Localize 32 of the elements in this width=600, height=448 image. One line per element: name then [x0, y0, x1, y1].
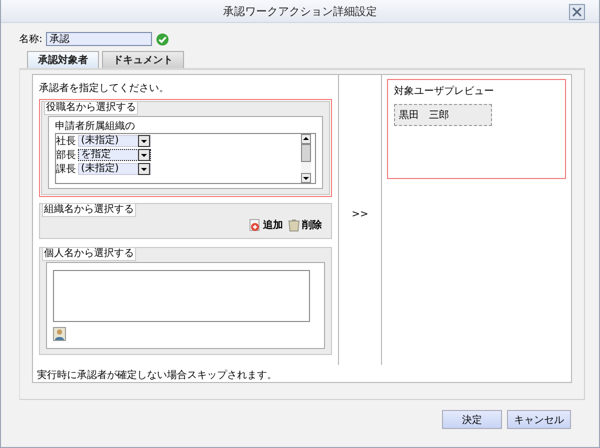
role-dropdown[interactable]: を指定 [78, 148, 151, 160]
footer-note: 実行時に承認者が確定しない場合スキップされます。 [32, 365, 572, 383]
person-list[interactable] [53, 270, 310, 322]
scrollbar[interactable] [301, 134, 311, 183]
preview-title: 対象ユーザプレビュー [394, 84, 494, 98]
dialog-button[interactable]: 決定 [442, 410, 502, 429]
name-field[interactable]: 承認 [46, 32, 152, 46]
user-chip[interactable]: 黒田 三郎 [394, 104, 492, 126]
scroll-down-icon[interactable] [301, 173, 311, 183]
role-label: 部長 [56, 148, 76, 162]
caption-text: 申請者所属組織の [55, 121, 136, 133]
close-icon[interactable] [569, 4, 585, 20]
delete-button[interactable]: 削除 [302, 218, 325, 232]
scroll-up-icon[interactable] [301, 134, 311, 144]
dialog-button[interactable]: キャンセル [507, 410, 571, 429]
add-button[interactable]: 追加 [263, 218, 286, 232]
tab[interactable]: ドキュメント [102, 51, 184, 68]
trash-icon[interactable] [288, 218, 300, 232]
move-button[interactable]: >> [352, 208, 368, 220]
role-label: 課長 [56, 162, 76, 176]
window-title: 承認ワークアクション詳細設定 [223, 4, 377, 18]
section-title: 個人名から選択する [42, 247, 136, 261]
name-label: 名称: [19, 33, 42, 46]
role-dropdown[interactable]: (未指定) [78, 162, 151, 174]
role-dropdown[interactable]: (未指定) [78, 134, 151, 146]
section-title: 役職名から選択する [44, 101, 138, 115]
role-label: 社長 [56, 134, 76, 148]
user-search-icon[interactable] [53, 327, 66, 341]
add-icon[interactable] [249, 218, 261, 232]
section-title: 組織名から選択する [42, 203, 136, 217]
instruction-text: 承認者を指定してください。 [39, 82, 170, 95]
tab[interactable]: 承認対象者 [27, 51, 99, 68]
